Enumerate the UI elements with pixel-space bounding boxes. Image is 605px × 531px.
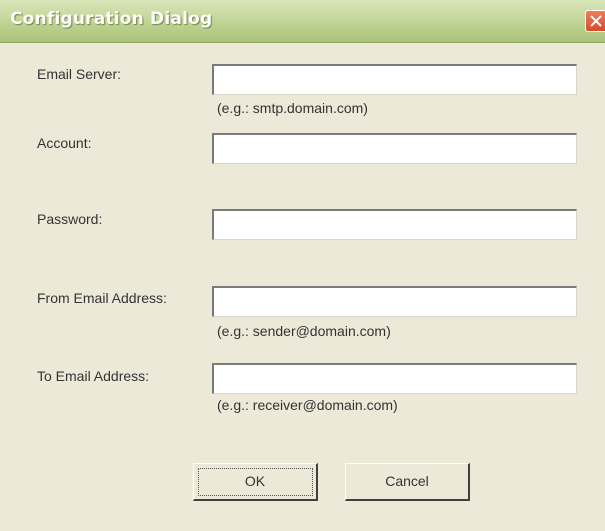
account-input[interactable]	[212, 133, 577, 164]
dialog-content: Email Server: (e.g.: smtp.domain.com) Ac…	[0, 43, 605, 531]
ok-button[interactable]: OK	[193, 463, 318, 501]
from-email-input[interactable]	[212, 286, 577, 317]
from-email-label: From Email Address:	[37, 290, 167, 306]
email-server-input[interactable]	[212, 64, 577, 95]
dialog-title: Configuration Dialog	[10, 9, 213, 29]
password-input[interactable]	[212, 209, 577, 240]
to-email-hint: (e.g.: receiver@domain.com)	[217, 397, 398, 413]
email-server-label: Email Server:	[37, 66, 122, 82]
email-server-hint: (e.g.: smtp.domain.com)	[217, 100, 368, 116]
to-email-label: To Email Address:	[37, 368, 150, 384]
password-label: Password:	[37, 211, 103, 227]
to-email-input[interactable]	[212, 363, 577, 394]
configuration-dialog: Configuration Dialog Email Server: (e.g.…	[0, 0, 605, 531]
from-email-hint: (e.g.: sender@domain.com)	[217, 323, 391, 339]
title-bar[interactable]: Configuration Dialog	[0, 0, 605, 43]
close-button[interactable]	[585, 10, 605, 32]
close-icon	[590, 15, 602, 27]
account-label: Account:	[37, 135, 92, 151]
cancel-button[interactable]: Cancel	[345, 463, 470, 501]
